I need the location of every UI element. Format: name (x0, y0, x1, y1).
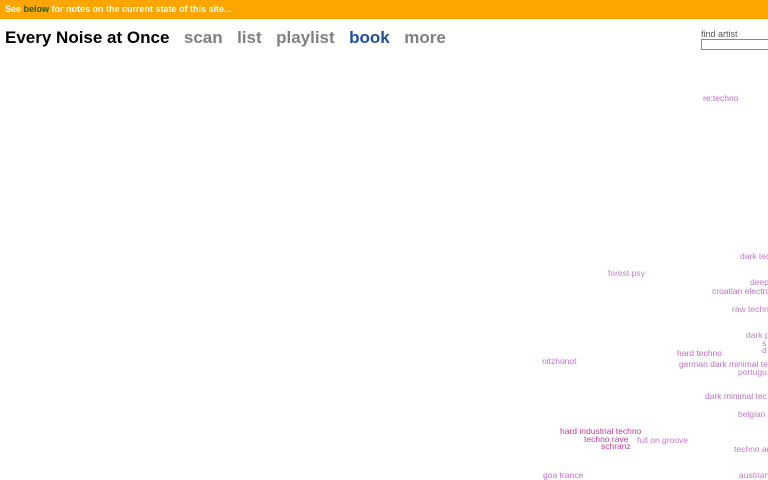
genre-nitzhonot[interactable]: nitzhonot (542, 356, 577, 366)
genre-techno-ar[interactable]: techno ar (734, 444, 768, 454)
genre-portuguese[interactable]: portugu (738, 367, 767, 377)
banner-below-link[interactable]: below (24, 4, 50, 14)
genre-schranz[interactable]: schranz (601, 441, 631, 451)
genre-austrian[interactable]: austrian (739, 470, 768, 480)
genre-goa-trance[interactable]: goa trance (543, 470, 583, 480)
genre-forest-psy[interactable]: forest psy (608, 268, 645, 278)
find-artist-input[interactable] (701, 39, 768, 50)
genre-croatian-electro[interactable]: croatian electro (712, 286, 768, 296)
banner-prefix: See (5, 4, 24, 14)
genre-raw-techno[interactable]: raw techn (732, 304, 768, 314)
nav-scan[interactable]: scan (184, 28, 223, 47)
genre-belgian[interactable]: belgian (738, 409, 765, 419)
genre-dark-techno[interactable]: dark tec (740, 251, 768, 261)
genre-hard-techno[interactable]: hard techno (677, 348, 722, 358)
genre-re-techno[interactable]: re:techno (703, 93, 738, 103)
nav-playlist[interactable]: playlist (276, 28, 335, 47)
find-artist-box: find artist (701, 29, 768, 50)
site-title[interactable]: Every Noise at Once (5, 28, 169, 47)
genre-d[interactable]: d (762, 345, 767, 355)
banner-suffix: for notes on the current state of this s… (49, 4, 232, 14)
find-artist-label: find artist (701, 29, 738, 39)
site-header: Every Noise at Once scan list playlist b… (5, 28, 456, 48)
site-notice-banner: See below for notes on the current state… (0, 0, 768, 19)
nav-book[interactable]: book (349, 28, 390, 47)
genre-full-on-groove[interactable]: full on groove (637, 435, 688, 445)
nav-more[interactable]: more (404, 28, 446, 47)
genre-map: re:techno dark tec forest psy deep croat… (0, 60, 768, 480)
nav-list[interactable]: list (237, 28, 262, 47)
genre-dark-minimal-techno[interactable]: dark minimal tec (705, 391, 767, 401)
